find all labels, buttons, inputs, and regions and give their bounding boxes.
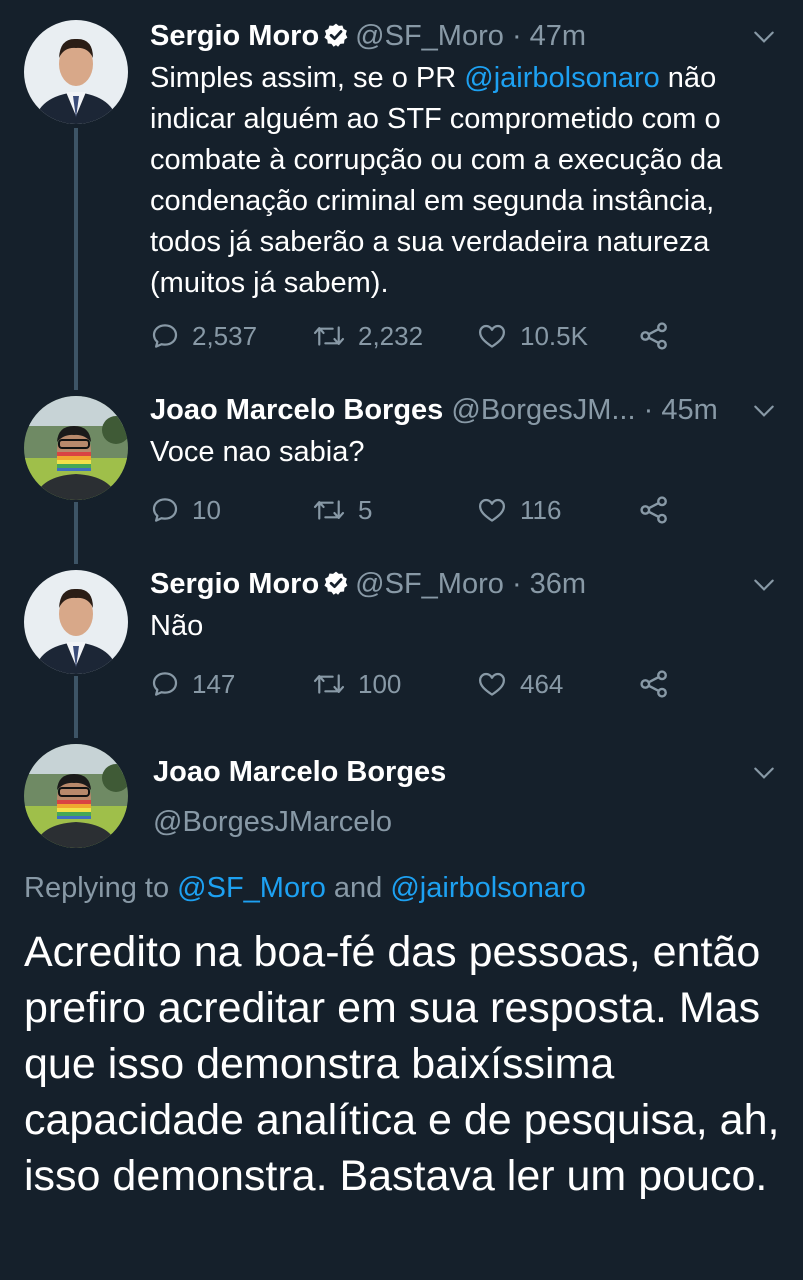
separator-dot: ·	[511, 568, 522, 600]
reply-button[interactable]: 10	[150, 490, 221, 530]
reply-icon	[152, 672, 178, 696]
verified-badge-icon	[323, 567, 349, 607]
tweet-text-part: não indicar alguém ao STF comprometido c…	[150, 62, 723, 299]
like-count: 116	[520, 494, 562, 525]
chevron-down-icon[interactable]	[751, 24, 777, 50]
retweet-count: 100	[358, 668, 402, 699]
reply-count: 2,537	[192, 320, 258, 351]
reply-count: 147	[192, 668, 236, 699]
avatar[interactable]	[24, 744, 128, 848]
tweet-actions: 10 5 116	[150, 490, 743, 530]
like-icon	[479, 498, 505, 522]
retweet-icon	[313, 326, 345, 346]
share-icon	[640, 322, 667, 350]
author-handle[interactable]: @SF_Moro	[355, 568, 504, 600]
like-icon	[479, 672, 505, 696]
author-name[interactable]: Joao Marcelo Borges	[153, 756, 446, 789]
author-name[interactable]: Sergio Moro	[150, 20, 319, 52]
mention-link[interactable]: @jairbolsonaro	[464, 62, 659, 94]
author-handle[interactable]: @SF_Moro	[355, 20, 504, 52]
like-button[interactable]: 10.5K	[476, 316, 588, 356]
separator-dot: ·	[511, 20, 522, 52]
reply-button[interactable]: 2,537	[150, 316, 257, 356]
retweet-button[interactable]: 2,232	[312, 316, 423, 356]
tweet-text: Simples assim, se o PR @jairbolsonaro nã…	[150, 58, 779, 304]
replying-to: Replying to @SF_Moro and @jairbolsonaro	[24, 872, 586, 905]
tweet[interactable]: Joao Marcelo Borges @BorgesJM... · 45m V…	[0, 390, 803, 540]
chevron-down-icon[interactable]	[751, 572, 777, 598]
share-button[interactable]	[638, 316, 682, 356]
timestamp[interactable]: 47m	[530, 20, 586, 52]
reply-icon	[152, 324, 178, 348]
avatar[interactable]	[24, 20, 128, 124]
tweet[interactable]: Sergio Moro @SF_Moro · 36m Não 147 100 46…	[0, 564, 803, 714]
tweet-text: Acredito na boa-fé das pessoas, então pr…	[24, 928, 780, 1200]
tweet-actions: 2,537 2,232 10.5K	[150, 316, 743, 356]
retweet-count: 2,232	[358, 320, 424, 351]
retweet-icon	[313, 500, 345, 520]
author-name[interactable]: Joao Marcelo Borges	[150, 394, 443, 426]
tweet-actions: 147 100 464	[150, 664, 743, 704]
mention-link[interactable]: @jairbolsonaro	[390, 872, 585, 904]
timestamp[interactable]: 45m	[661, 394, 717, 426]
share-icon	[640, 496, 667, 524]
retweet-count: 5	[358, 494, 373, 525]
tweet-text: Voce nao sabia?	[150, 436, 365, 468]
retweet-button[interactable]: 100	[312, 664, 401, 704]
replying-to-prefix: Replying to	[24, 872, 178, 904]
like-count: 10.5K	[520, 320, 588, 351]
reply-count: 10	[192, 494, 221, 525]
chevron-down-icon[interactable]	[751, 398, 777, 424]
verified-badge-icon	[323, 19, 349, 59]
author-name[interactable]: Sergio Moro	[150, 568, 319, 600]
like-button[interactable]: 464	[476, 664, 563, 704]
separator-dot: ·	[643, 394, 654, 426]
author-handle[interactable]: @BorgesJMarcelo	[153, 806, 392, 839]
tweet[interactable]: Sergio Moro @SF_Moro · 47m Simples assim,…	[0, 14, 803, 374]
share-icon	[640, 670, 667, 698]
avatar[interactable]	[24, 396, 128, 500]
mention-link[interactable]: @SF_Moro	[177, 872, 326, 904]
tweet-text-part: Simples assim, se o PR	[150, 62, 465, 94]
focused-tweet[interactable]: Joao Marcelo Borges @BorgesJMarcelo Repl…	[0, 738, 803, 1280]
timestamp[interactable]: 36m	[530, 568, 586, 600]
tweet-text: Não	[150, 610, 204, 642]
share-button[interactable]	[638, 664, 682, 704]
retweet-icon	[313, 674, 345, 694]
like-icon	[479, 324, 505, 348]
share-button[interactable]	[638, 490, 682, 530]
author-handle[interactable]: @BorgesJM...	[451, 394, 635, 426]
retweet-button[interactable]: 5	[312, 490, 372, 530]
reply-icon	[152, 498, 178, 522]
replying-to-and: and	[325, 872, 391, 904]
like-button[interactable]: 116	[476, 490, 561, 530]
chevron-down-icon[interactable]	[751, 760, 777, 786]
like-count: 464	[520, 668, 564, 699]
reply-button[interactable]: 147	[150, 664, 235, 704]
avatar[interactable]	[24, 570, 128, 674]
